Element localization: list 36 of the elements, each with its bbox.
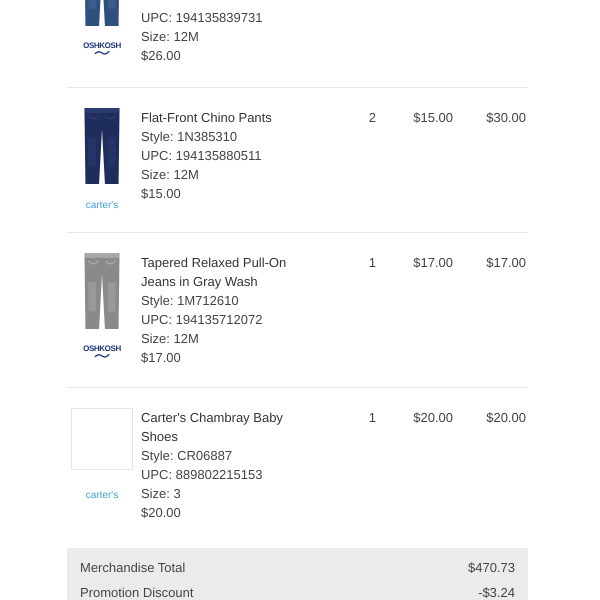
product-detail: Style: 1M712610 [141,292,240,310]
product-detail: $26.00 [141,47,182,65]
unit-price: $15.00 [412,109,453,127]
product-name: Tapered Relaxed Pull-On Jeans in Gray Wash [141,254,288,291]
unit-price: $20.00 [412,409,453,427]
quantity: 2 [368,109,376,127]
product-detail: Size: 3 [141,485,182,503]
product-detail: Size: 12M [141,166,200,184]
brand-logo: OSHKOSH [83,345,121,358]
unit-price: $17.00 [412,254,453,272]
line-total: $30.00 [485,109,527,127]
product-detail: Size: 12M [141,28,200,46]
summary-label: Promotion Discount [80,584,194,600]
image-placeholder [71,408,133,470]
summary-value: $470.73 [468,559,515,576]
quantity: 1 [368,409,376,427]
product-name: Carter's Chambray Baby Shoes [141,409,284,446]
product-detail: UPC: 194135839731 [141,9,264,27]
product-detail: $17.00 [141,349,182,367]
line-total: $20.00 [485,409,527,427]
brand-logo: OSHKOSH [83,42,121,55]
quantity: 1 [368,254,376,272]
product-detail: UPC: 889802215153 [141,466,264,484]
summary-value: -$3.24 [478,584,515,600]
product-detail: $15.00 [141,185,182,203]
brand-logo: carter's [86,490,118,502]
product-detail: UPC: 194135712072 [141,311,264,329]
product-name: Flat-Front Chino Pants [141,109,273,127]
line-total: $17.00 [485,254,527,272]
brand-logo: carter's [86,200,118,212]
product-detail: Style: CR06887 [141,447,234,465]
product-detail: UPC: 194135880511 [141,147,262,165]
product-detail: Style: 1N385310 [141,128,238,146]
product-detail: $20.00 [141,504,182,522]
summary-label: Merchandise Total [80,559,186,576]
product-detail: Size: 12M [141,330,200,348]
